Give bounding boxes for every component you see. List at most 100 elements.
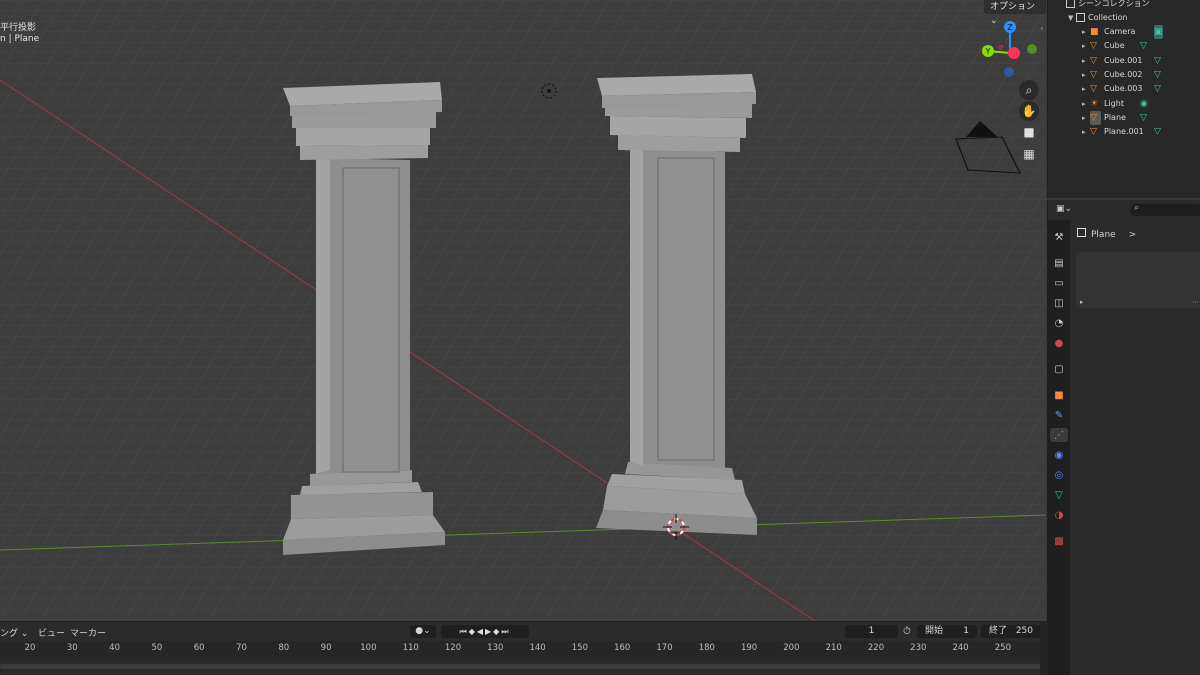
keyframe-record-button[interactable]: ●⌄ [410, 625, 436, 638]
frame-tick-label: 220 [867, 643, 885, 653]
menu-view[interactable]: ビュー [38, 626, 65, 639]
options-dropdown[interactable]: オプション ⌄ [984, 0, 1046, 26]
outliner-item-label: Camera [1104, 27, 1136, 36]
frame-tick-label: 30 [66, 643, 78, 653]
resize-handle-icon[interactable]: ⋯ [1192, 298, 1199, 306]
mesh-data-icon[interactable]: ▽ [1154, 125, 1161, 139]
outliner-item-label: Cube.002 [1104, 69, 1143, 79]
view-layer-tab-icon[interactable]: ◫ [1052, 296, 1066, 310]
menu-marker[interactable]: マーカー [70, 626, 106, 639]
collection-label: Collection [1088, 13, 1128, 22]
view-mode-label: 平行投影 [0, 23, 37, 33]
start-frame-value: 1 [963, 626, 969, 636]
menu-playback[interactable]: ング ⌄ [0, 626, 28, 639]
data-tab-icon[interactable]: ▽ [1052, 488, 1066, 502]
chevron-right-icon[interactable]: ▸ [1082, 25, 1090, 39]
frame-tick-label: 210 [825, 643, 842, 653]
frame-tick-label: 250 [994, 643, 1012, 653]
timeline-header: ング ⌄ ビュー マーカー ●⌄ ⏮◆◀▶◆⏭ 1 ⏱ 開始 1 終了 250 [0, 621, 1046, 642]
outliner-item[interactable]: ▸ ▽ Cube.002 ▽ [1082, 68, 1200, 82]
scene-tab-icon[interactable]: ◔ [1052, 316, 1066, 330]
navigation-gizmo[interactable]: Z Y X [975, 18, 1045, 88]
search-input[interactable]: ⌕ [1130, 203, 1200, 216]
object-tab-icon[interactable]: ■ [1052, 388, 1066, 402]
chevron-right-icon[interactable]: ▸ [1082, 125, 1090, 139]
frame-tick-label: 60 [193, 643, 205, 653]
scene-collection-label: シーンコレクション [1078, 0, 1150, 8]
current-frame-field[interactable]: 1 [845, 625, 898, 638]
texture-tab-icon[interactable]: ▩ [1052, 534, 1066, 548]
render-tab-icon[interactable]: ▤ [1052, 256, 1066, 270]
prev-keyframe-icon[interactable]: ◆ [469, 627, 477, 636]
chevron-down-icon[interactable]: ▼ [1068, 11, 1076, 25]
jump-end-icon[interactable]: ⏭ [501, 627, 510, 636]
frame-tick-label: 20 [24, 643, 36, 653]
active-object-label: n | Plane [0, 34, 40, 44]
play-reverse-icon[interactable]: ◀ [477, 627, 485, 636]
play-icon[interactable]: ▶ [485, 627, 493, 636]
scene-collection-icon [1066, 0, 1075, 8]
collection-tab-icon[interactable]: ▢ [1052, 362, 1066, 376]
chevron-right-icon[interactable]: ▸ [1082, 68, 1090, 82]
collection-row[interactable]: ▼ Collection [1068, 11, 1128, 25]
search-icon: ⌕ [1134, 203, 1140, 213]
frame-tick-label: 90 [320, 643, 332, 653]
camera-data-icon[interactable]: ▣ [1154, 25, 1163, 39]
chevron-right-icon[interactable]: ▸ [1082, 97, 1090, 111]
stopwatch-icon[interactable]: ⏱ [903, 626, 911, 637]
chevron-right-icon[interactable]: ▸ [1082, 82, 1090, 96]
output-tab-icon[interactable]: ▭ [1052, 276, 1066, 290]
outliner-item-label: Cube.003 [1104, 84, 1143, 94]
outliner-item[interactable]: ▸ ▽ Cube ▽ [1082, 39, 1200, 53]
modifier-tab-icon[interactable]: ✎ [1052, 408, 1066, 422]
collection-icon [1076, 13, 1085, 22]
chevron-right-icon[interactable]: ▸ [1082, 111, 1090, 125]
outliner-item[interactable]: ▸ ▽ Cube.003 ▽ [1082, 82, 1200, 96]
outliner-item[interactable]: ▸ ▽ Plane.001 ▽ [1082, 125, 1200, 139]
mesh-data-icon[interactable]: ▽ [1140, 111, 1147, 125]
mesh-data-icon[interactable]: ▽ [1154, 82, 1161, 96]
properties-editor[interactable]: ▣⌄ ⌕ ⚒ ▤ ▭ ◫ ◔ ● ▢ ■ ✎ ⋰ ◉ ◎ ▽ ◑ ▩ Plane… [1047, 200, 1200, 675]
chevron-right-icon[interactable]: ▸ [1082, 39, 1090, 53]
editor-type-icon[interactable]: ▣⌄ [1056, 204, 1072, 214]
start-frame-field[interactable]: 開始 1 [917, 625, 977, 638]
physics-tab-icon[interactable]: ◉ [1052, 448, 1066, 462]
light-data-icon[interactable]: ◉ [1140, 97, 1148, 111]
zoom-icon[interactable]: ⌕ [1019, 80, 1039, 100]
properties-main: Plane > ▸ ⋯ [1072, 220, 1200, 675]
camera-object [955, 121, 1021, 174]
outliner-item[interactable]: ▸ ▽ Cube.001 ▽ [1082, 54, 1200, 68]
outliner-item-label: Light [1104, 98, 1124, 108]
constraints-tab-icon[interactable]: ◎ [1052, 468, 1066, 482]
playback-controls[interactable]: ⏮◆◀▶◆⏭ [441, 625, 529, 638]
jump-start-icon[interactable]: ⏮ [459, 627, 468, 636]
timeline-ruler[interactable]: 20 30 40 50 60 70 80 90 100 110 120 130 140 150 160 170… [0, 641, 1046, 657]
mesh-data-icon[interactable]: ▽ [1154, 54, 1161, 68]
outliner-item[interactable]: ▸ ☀ Light ◉ [1082, 97, 1200, 111]
end-frame-value: 250 [1015, 626, 1033, 636]
end-frame-field[interactable]: 終了 250 [981, 625, 1041, 638]
outliner-item[interactable]: ▸ ■ Camera ▣ [1082, 25, 1200, 39]
outliner-panel[interactable]: シーンコレクション ▼ Collection ▸ ■ Camera ▣ ▸ ▽ Cube ▽ ▸ ▽… [1047, 0, 1200, 198]
material-tab-icon[interactable]: ◑ [1052, 508, 1066, 522]
frame-tick-label: 240 [952, 643, 969, 653]
3d-viewport[interactable]: 平行投影 n | Plane オプション ⌄ ‹ Z Y X ⌕ ✋ ■ ▦ [0, 0, 1046, 621]
chevron-right-icon[interactable]: ▸ [1082, 54, 1090, 68]
scene-collection-row[interactable]: シーンコレクション [1066, 0, 1150, 11]
outliner-item-label: Cube.001 [1104, 55, 1143, 65]
frame-tick-label: 150 [571, 643, 589, 653]
mesh-data-icon[interactable]: ▽ [1154, 68, 1161, 82]
mesh-data-icon[interactable]: ▽ [1140, 39, 1147, 53]
particle-system-list[interactable]: ▸ ⋯ [1076, 252, 1200, 308]
frame-tick-label: 100 [360, 643, 377, 653]
frame-tick-label: 80 [278, 643, 290, 653]
mesh-object-icon: ▽ [1090, 84, 1097, 95]
world-tab-icon[interactable]: ● [1052, 336, 1066, 350]
expand-arrow-icon[interactable]: ▸ [1080, 298, 1084, 306]
timeline-scrollbar[interactable] [0, 664, 1046, 669]
tool-tab-icon[interactable]: ⚒ [1052, 230, 1066, 244]
particles-tab-icon[interactable]: ⋰ [1050, 428, 1068, 442]
outliner-item[interactable]: ▸ ▽ Plane ▽ [1082, 110, 1200, 125]
end-frame-label: 終了 [989, 626, 1008, 636]
viewport-scene [0, 0, 1046, 621]
